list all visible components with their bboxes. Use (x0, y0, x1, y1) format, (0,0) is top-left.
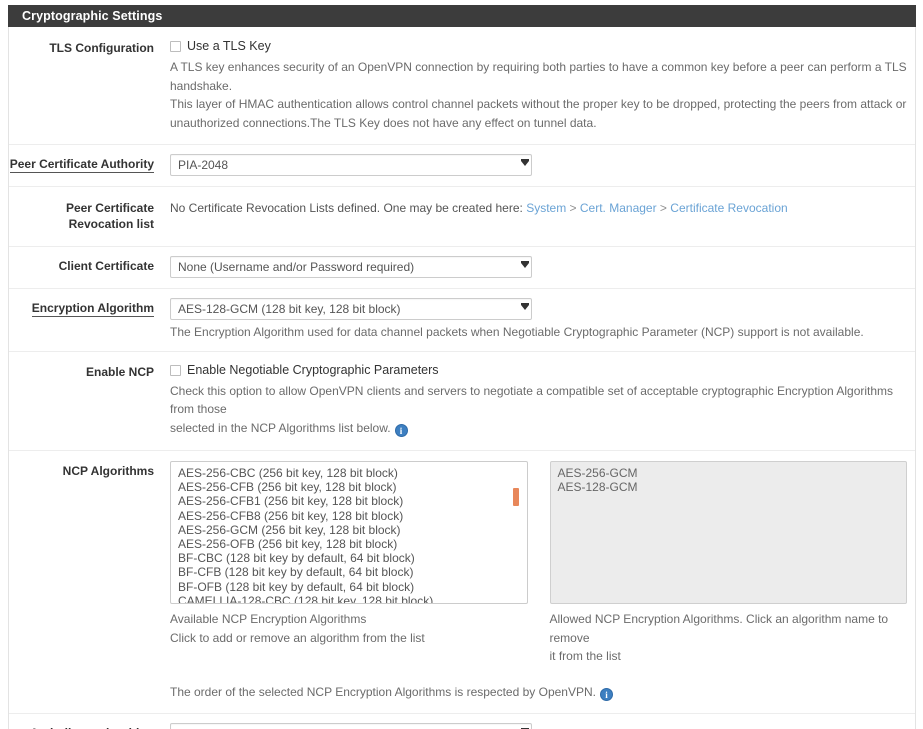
field-enable-ncp: Enable Negotiable Cryptographic Paramete… (164, 362, 915, 438)
enable-ncp-help-line-1: Check this option to allow OpenVPN clien… (170, 383, 894, 417)
allowed-ncp-algorithms-listbox[interactable]: AES-256-GCM AES-128-GCM (549, 461, 907, 604)
row-peer-certificate-revocation-list: Peer Certificate Revocation list No Cert… (9, 187, 915, 247)
enable-ncp-checkbox-row[interactable]: Enable Negotiable Cryptographic Paramete… (170, 362, 907, 379)
list-item[interactable]: AES-256-CFB (256 bit key, 128 bit block) (176, 480, 525, 494)
crl-message-prefix: No Certificate Revocation Lists defined.… (170, 201, 527, 215)
field-tls-configuration: Use a TLS Key A TLS key enhances securit… (164, 38, 915, 132)
list-item[interactable]: AES-256-GCM (556, 466, 905, 480)
allowed-help-line-2: it from the list (549, 649, 621, 663)
available-list-scrollbar-thumb[interactable] (512, 488, 519, 506)
use-tls-key-checkbox[interactable] (170, 41, 181, 52)
row-encryption-algorithm: Encryption Algorithm AES-128-GCM (128 bi… (9, 289, 915, 352)
field-peer-certificate-revocation-list: No Certificate Revocation Lists defined.… (164, 198, 915, 232)
crl-separator-1: > (566, 201, 580, 215)
auth-digest-algorithm-select[interactable]: SHA1 (160-bit) (170, 723, 532, 729)
label-crl-line-1: Peer Certificate (65, 201, 154, 215)
chevron-down-icon (519, 158, 529, 173)
chevron-down-icon (519, 302, 529, 317)
field-peer-certificate-authority: PIA-2048 (164, 154, 915, 176)
available-help: Available NCP Encryption Algorithms Clic… (170, 610, 528, 666)
ncp-help-texts: Available NCP Encryption Algorithms Clic… (170, 610, 907, 666)
available-help-line-1: Available NCP Encryption Algorithms (170, 612, 367, 626)
enable-ncp-help-text: selected in the NCP Algorithms list belo… (170, 420, 391, 435)
row-tls-configuration: TLS Configuration Use a TLS Key A TLS ke… (9, 27, 915, 145)
available-help-line-2: Click to add or remove an algorithm from… (170, 630, 425, 645)
allowed-help: Allowed NCP Encryption Algorithms. Click… (550, 610, 908, 666)
tls-help-line-2: This layer of HMAC authentication allows… (170, 97, 907, 111)
enable-ncp-checkbox[interactable] (170, 364, 181, 376)
list-item[interactable]: BF-CFB (128 bit key by default, 64 bit b… (176, 565, 525, 579)
row-peer-certificate-authority: Peer Certificate Authority PIA-2048 (9, 145, 915, 187)
panel-title: Cryptographic Settings (8, 5, 916, 27)
enable-ncp-label: Enable Negotiable Cryptographic Paramete… (187, 362, 439, 377)
field-client-certificate: None (Username and/or Password required) (164, 256, 915, 278)
encryption-algorithm-select[interactable]: AES-128-GCM (128 bit key, 128 bit block) (170, 298, 532, 320)
field-ncp-algorithms: AES-256-CBC (256 bit key, 128 bit block)… (164, 461, 915, 701)
ncp-dual-list: AES-256-CBC (256 bit key, 128 bit block)… (170, 461, 907, 604)
info-icon[interactable]: i (394, 423, 408, 437)
list-item[interactable]: BF-OFB (128 bit key by default, 64 bit b… (176, 580, 525, 594)
client-certificate-value: None (Username and/or Password required) (178, 260, 415, 274)
info-icon[interactable]: i (600, 687, 613, 701)
encryption-algorithm-value: AES-128-GCM (128 bit key, 128 bit block) (178, 302, 401, 316)
label-encryption-algorithm: Encryption Algorithm (31, 301, 154, 317)
list-item[interactable]: AES-256-GCM (256 bit key, 128 bit block) (176, 523, 525, 537)
crypto-settings-panel: TLS Configuration Use a TLS Key A TLS ke… (8, 27, 916, 729)
enable-ncp-help-line-2: selected in the NCP Algorithms list belo… (170, 419, 907, 438)
use-tls-key-label: Use a TLS Key (187, 39, 271, 53)
list-item[interactable]: AES-256-CFB1 (256 bit key, 128 bit block… (176, 494, 525, 508)
row-enable-ncp: Enable NCP Enable Negotiable Cryptograph… (9, 351, 915, 451)
label-peer-certificate-authority: Peer Certificate Authority (9, 157, 154, 173)
peer-certificate-authority-select[interactable]: PIA-2048 (170, 154, 532, 176)
available-list-scrollbar[interactable] (512, 463, 523, 603)
chevron-down-icon (519, 260, 529, 275)
label-client-certificate: Client Certificate (58, 259, 154, 273)
label-peer-certificate-revocation-list: Peer Certificate Revocation list (9, 198, 164, 232)
ncp-order-note: The order of the selected NCP Encryption… (170, 683, 907, 702)
available-options: AES-256-CBC (256 bit key, 128 bit block)… (176, 466, 525, 603)
label-tls-configuration: TLS Configuration (49, 41, 154, 55)
available-ncp-algorithms-listbox[interactable]: AES-256-CBC (256 bit key, 128 bit block)… (170, 461, 528, 604)
encryption-algorithm-help: The Encryption Algorithm used for data c… (170, 325, 864, 339)
row-client-certificate: Client Certificate None (Username and/or… (9, 247, 915, 289)
link-system[interactable]: System (526, 201, 566, 215)
label-ncp-algorithms: NCP Algorithms (62, 464, 154, 478)
row-ncp-algorithms: NCP Algorithms AES-256-CBC (256 bit key,… (9, 451, 915, 714)
client-certificate-select[interactable]: None (Username and/or Password required) (170, 256, 532, 278)
allowed-help-line-1: Allowed NCP Encryption Algorithms. Click… (549, 612, 889, 645)
tls-help-line-3: unauthorized connections.The TLS Key doe… (170, 115, 597, 130)
ncp-order-note-text: The order of the selected NCP Encryption… (170, 684, 596, 699)
field-encryption-algorithm: AES-128-GCM (128 bit key, 128 bit block)… (164, 298, 915, 342)
list-item[interactable]: AES-256-CBC (256 bit key, 128 bit block) (176, 466, 525, 480)
field-auth-digest-algorithm: SHA1 (160-bit) The algorithm used to aut… (164, 723, 915, 729)
link-certificate-revocation[interactable]: Certificate Revocation (670, 201, 787, 215)
list-item[interactable]: AES-256-OFB (256 bit key, 128 bit block) (176, 537, 525, 551)
tls-key-checkbox-row[interactable]: Use a TLS Key (170, 38, 907, 55)
peer-certificate-authority-value: PIA-2048 (178, 158, 229, 172)
label-auth-digest-algorithm: Auth digest algorithm (9, 723, 164, 729)
link-cert-manager[interactable]: Cert. Manager (580, 201, 657, 215)
list-item[interactable]: BF-CBC (128 bit key by default, 64 bit b… (176, 551, 525, 565)
crl-message: No Certificate Revocation Lists defined.… (170, 198, 907, 217)
list-item[interactable]: AES-128-GCM (556, 480, 905, 494)
tls-help-line-1: A TLS key enhances security of an OpenVP… (170, 60, 907, 93)
label-enable-ncp: Enable NCP (85, 364, 154, 379)
crypto-settings-page: Cryptographic Settings TLS Configuration… (0, 0, 923, 729)
list-item[interactable]: AES-256-CFB8 (256 bit key, 128 bit block… (176, 509, 525, 523)
list-item[interactable]: CAMELLIA-128-CBC (128 bit key, 128 bit b… (176, 594, 525, 603)
crl-separator-2: > (656, 201, 671, 215)
row-auth-digest-algorithm: Auth digest algorithm SHA1 (160-bit) The… (9, 714, 915, 729)
label-crl-line-2: Revocation list (68, 217, 154, 231)
